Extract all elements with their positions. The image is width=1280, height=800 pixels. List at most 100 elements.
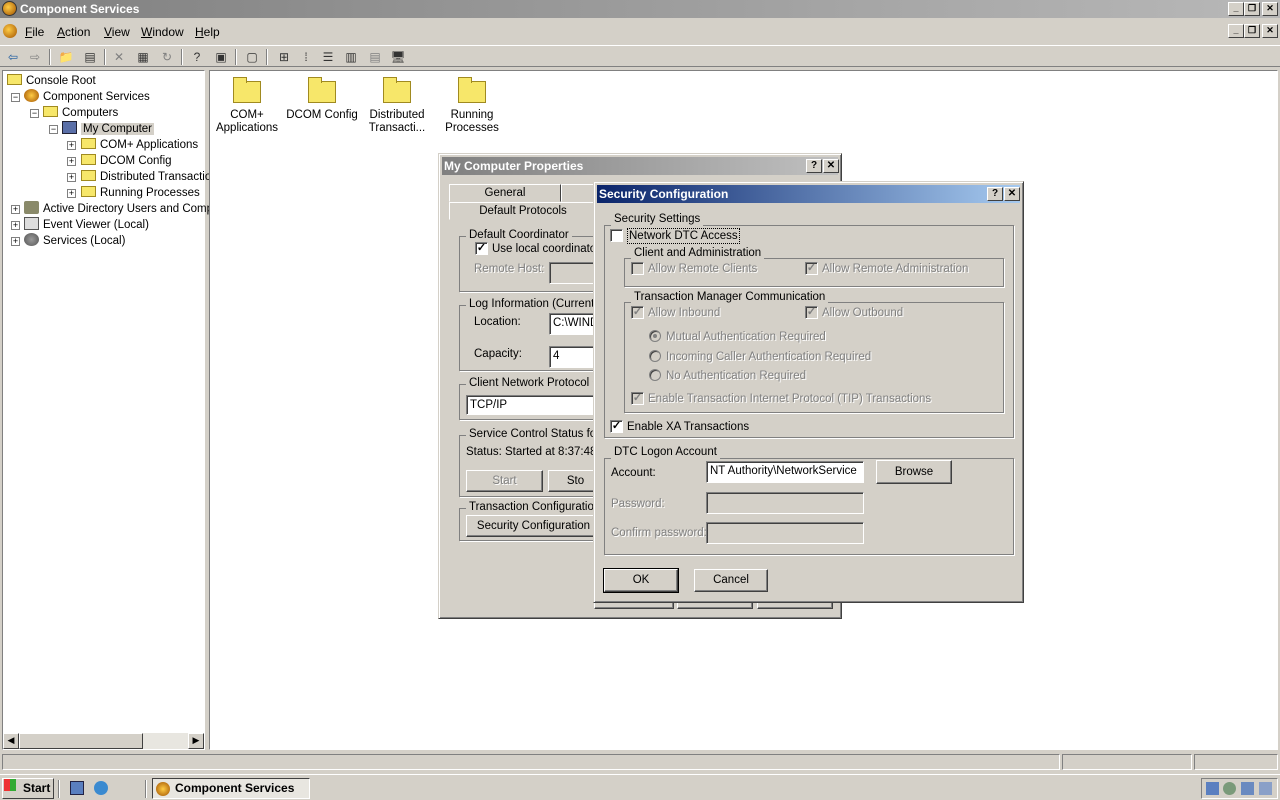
service-status-text: Status: Started at 8:37:48 A	[466, 446, 607, 458]
component-services-icon	[2, 1, 17, 16]
folder-distributed-transaction[interactable]: Distributed Transacti...	[361, 73, 433, 135]
tree-item-services[interactable]: Services (Local)	[24, 233, 125, 249]
scroll-thumb[interactable]	[19, 733, 143, 749]
app-title: Component Services	[20, 2, 140, 16]
help-icon[interactable]: ?	[188, 48, 206, 66]
collapse-icon[interactable]: −	[11, 93, 20, 102]
folder-dcom-config[interactable]: DCOM Config	[286, 73, 358, 122]
protocol-list[interactable]: TCP/IP	[466, 395, 601, 415]
tree-item-dcom-config[interactable]: DCOM Config	[81, 153, 172, 169]
properties-icon[interactable]: ▦	[134, 48, 152, 66]
expand-icon[interactable]: +	[11, 205, 20, 214]
scroll-left-icon[interactable]: ◀	[3, 733, 19, 749]
expand-icon[interactable]: +	[67, 157, 76, 166]
folder-running-processes[interactable]: Running Processes	[436, 73, 508, 135]
folder-com-applications[interactable]: COM+ Applications	[211, 73, 283, 135]
network-connection-icon[interactable]	[1241, 782, 1254, 795]
tree-item-com-applications[interactable]: COM+ Applications	[81, 137, 198, 153]
expand-icon[interactable]: +	[11, 237, 20, 246]
allow-remote-clients-checkbox[interactable]	[631, 262, 644, 275]
account-label: Account:	[611, 467, 656, 479]
account-field[interactable]: NT Authority\NetworkService	[706, 461, 864, 483]
tab-general[interactable]: General	[449, 184, 561, 202]
tree-item-component-services[interactable]: Component Services	[24, 89, 150, 105]
menu-view[interactable]: View	[104, 25, 130, 39]
confirm-password-field[interactable]	[706, 522, 864, 544]
password-field[interactable]	[706, 492, 864, 514]
list-icon[interactable]: ☰	[319, 48, 337, 66]
child-minimize-button[interactable]: _	[1228, 24, 1244, 38]
remote-host-field[interactable]	[549, 262, 599, 284]
expand-icon[interactable]: +	[11, 221, 20, 230]
back-icon[interactable]: ⇦	[4, 48, 22, 66]
details-icon[interactable]: ▥	[342, 48, 360, 66]
computer-icon[interactable]: 🖥	[389, 48, 407, 66]
expand-icon[interactable]: +	[67, 189, 76, 198]
up-folder-icon[interactable]: 📁	[57, 48, 75, 66]
network-connection-icon[interactable]	[1259, 782, 1272, 795]
maximize-button[interactable]: ❐	[1244, 2, 1260, 16]
tree-item-console-root[interactable]: Console Root	[7, 73, 96, 89]
internet-explorer-icon[interactable]	[94, 781, 108, 795]
expand-icon[interactable]: +	[67, 173, 76, 182]
network-dtc-access-checkbox[interactable]	[610, 229, 623, 242]
enable-tip-checkbox[interactable]: ✓	[631, 392, 644, 405]
expand-icon[interactable]: +	[67, 141, 76, 150]
new-window-icon[interactable]: ▢	[243, 48, 261, 66]
tree-item-active-directory[interactable]: Active Directory Users and Comp	[24, 201, 213, 217]
tree-hscrollbar[interactable]: ◀ ▶	[3, 733, 204, 749]
tree-item-my-computer[interactable]: My Computer	[62, 121, 155, 137]
collapse-icon[interactable]: −	[49, 125, 58, 134]
tab-default-protocols[interactable]: Default Protocols	[449, 202, 597, 220]
capacity-field[interactable]: 4	[549, 346, 599, 368]
use-local-checkbox[interactable]: ✓	[475, 242, 488, 255]
allow-outbound-checkbox[interactable]: ✓	[805, 306, 818, 319]
security-icon[interactable]	[1223, 782, 1236, 795]
console-icon[interactable]	[3, 24, 17, 38]
delete-icon[interactable]: ✕	[110, 48, 128, 66]
tree-item-computers[interactable]: Computers	[43, 105, 118, 121]
help-button[interactable]: ?	[806, 159, 822, 173]
small-icons-icon[interactable]: ⁞	[297, 48, 315, 66]
windows-logo-icon	[4, 779, 16, 791]
child-close-button[interactable]: ✕	[1262, 24, 1278, 38]
network-icon[interactable]	[1206, 782, 1219, 795]
browse-button[interactable]: Browse	[876, 460, 952, 484]
show-hide-tree-icon[interactable]: ▤	[81, 48, 99, 66]
close-button[interactable]: ✕	[1262, 2, 1278, 16]
close-button[interactable]: ✕	[1004, 187, 1020, 201]
taskbar-component-services[interactable]: Component Services	[152, 778, 310, 799]
incoming-auth-radio[interactable]	[649, 350, 661, 362]
forward-icon[interactable]: ⇨	[26, 48, 44, 66]
start-button[interactable]: Start	[466, 470, 543, 492]
location-field[interactable]: C:\WIND	[549, 313, 599, 335]
menu-file[interactable]: File	[25, 25, 44, 39]
export-list-icon[interactable]: ▣	[212, 48, 230, 66]
allow-remote-admin-checkbox[interactable]: ✓	[805, 262, 818, 275]
allow-inbound-checkbox[interactable]: ✓	[631, 306, 644, 319]
folder-icon	[383, 77, 411, 103]
tree-item-event-viewer[interactable]: Event Viewer (Local)	[24, 217, 149, 233]
security-configuration-button[interactable]: Security Configuration	[466, 515, 601, 537]
status-view-icon[interactable]: ▤	[366, 48, 384, 66]
tree-item-running-processes[interactable]: Running Processes	[81, 185, 200, 201]
tree-item-distributed-transaction[interactable]: Distributed Transactio	[81, 169, 211, 185]
minimize-button[interactable]: _	[1228, 2, 1244, 16]
large-icons-icon[interactable]: ⊞	[275, 48, 293, 66]
ok-button[interactable]: OK	[603, 568, 679, 593]
menu-window[interactable]: Window	[141, 25, 184, 39]
help-button[interactable]: ?	[987, 187, 1003, 201]
menu-action[interactable]: Action	[57, 25, 90, 39]
child-restore-button[interactable]: ❐	[1244, 24, 1260, 38]
collapse-icon[interactable]: −	[30, 109, 39, 118]
no-auth-radio[interactable]	[649, 369, 661, 381]
enable-xa-checkbox[interactable]: ✓	[610, 420, 623, 433]
close-button[interactable]: ✕	[823, 159, 839, 173]
refresh-icon[interactable]: ↻	[158, 48, 176, 66]
folder-icon	[81, 186, 96, 197]
menu-help[interactable]: Help	[195, 25, 220, 39]
cancel-button[interactable]: Cancel	[694, 569, 768, 592]
mutual-auth-radio[interactable]	[649, 330, 661, 342]
scroll-right-icon[interactable]: ▶	[188, 733, 204, 749]
show-desktop-icon[interactable]	[70, 781, 84, 795]
